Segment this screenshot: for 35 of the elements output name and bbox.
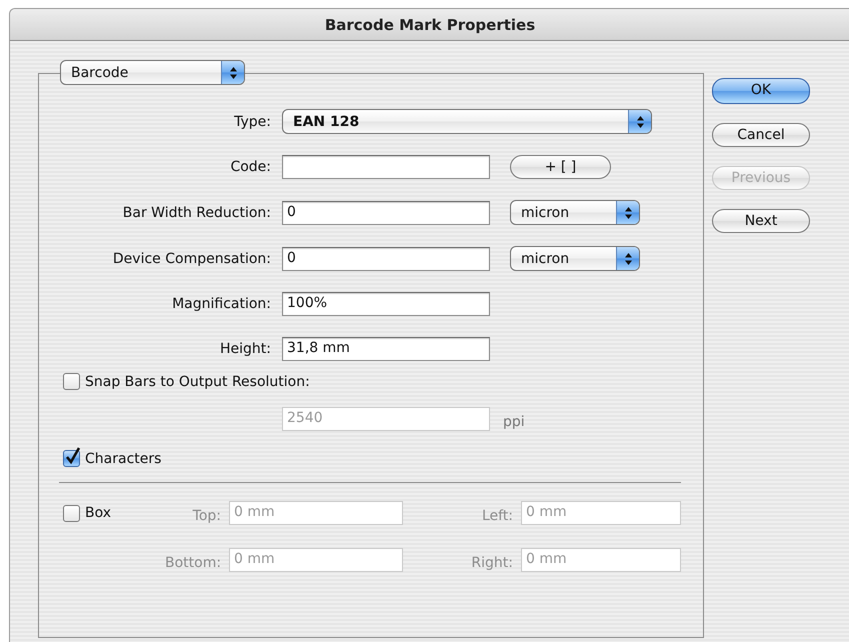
type-dropdown[interactable]: EAN 128 bbox=[282, 109, 652, 134]
dialog-button[interactable]: Cancel bbox=[712, 123, 810, 147]
field-label: Bar Width Reduction: bbox=[122, 204, 271, 220]
checkbox[interactable] bbox=[63, 450, 80, 467]
ok-button[interactable]: OK bbox=[712, 78, 810, 104]
field-label: Device Compensation: bbox=[112, 250, 271, 266]
window-title: Barcode Mark Properties bbox=[324, 16, 536, 34]
unit-dropdown[interactable]: micron bbox=[510, 200, 640, 225]
unit-dropdown[interactable]: micron bbox=[510, 246, 640, 271]
insert-button[interactable]: + [ ] bbox=[510, 155, 611, 179]
box-field-label: Right: bbox=[470, 554, 513, 570]
dialog-button[interactable]: Next bbox=[712, 209, 810, 233]
unit-label: ppi bbox=[503, 413, 525, 430]
stepper-arrows-icon bbox=[628, 110, 651, 133]
input-field[interactable]: 0 bbox=[282, 200, 490, 224]
checkbox[interactable] bbox=[63, 504, 80, 522]
stepper-arrows-icon bbox=[616, 247, 639, 270]
field-label: Magnification: bbox=[171, 296, 271, 312]
section-dropdown[interactable]: Barcode bbox=[60, 60, 245, 85]
field-label: Code: bbox=[229, 159, 271, 175]
input-field[interactable] bbox=[282, 155, 490, 179]
box-field-label: Top: bbox=[192, 506, 221, 524]
stepper-arrows-icon bbox=[616, 201, 639, 224]
box-field-label: Bottom: bbox=[165, 554, 221, 570]
checkbox-label: Snap Bars to Output Resolution: bbox=[85, 374, 310, 390]
field-label: Type: bbox=[233, 114, 271, 130]
box-field-label: Left: bbox=[480, 506, 513, 524]
input-field[interactable]: 31,8 mm bbox=[282, 337, 490, 361]
input-field[interactable]: 0 bbox=[282, 246, 490, 270]
field-label: Height: bbox=[219, 341, 271, 357]
checkbox-label: Characters bbox=[85, 450, 162, 466]
input-field[interactable]: 100% bbox=[282, 292, 490, 316]
checkbox[interactable] bbox=[63, 373, 80, 390]
stepper-arrows-icon bbox=[221, 61, 244, 84]
checkbox-label: Box bbox=[85, 505, 112, 521]
